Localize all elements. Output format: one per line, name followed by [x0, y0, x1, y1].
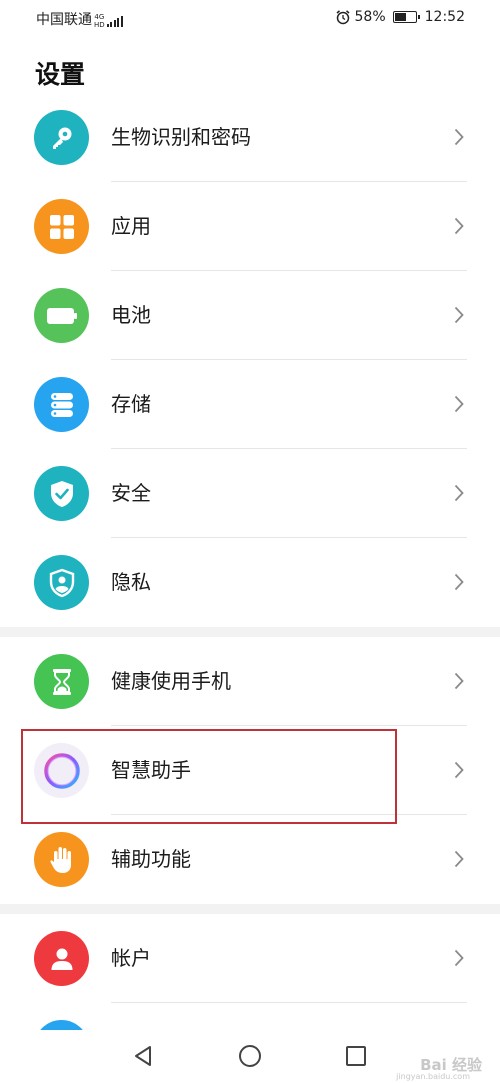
chevron-right-icon: [454, 484, 464, 502]
chevron-right-icon: [454, 761, 464, 779]
settings-group-2: 健康使用手机 智慧助手 辅助功能: [0, 637, 500, 904]
chevron-right-icon: [454, 573, 464, 591]
navigation-bar: Bai 经验 jingyan.baidu.com: [0, 1030, 500, 1083]
hand-icon: [34, 832, 89, 887]
network-sub-label: HD: [94, 21, 105, 29]
settings-item-label: 辅助功能: [111, 847, 191, 871]
network-type-label: 4G: [94, 13, 105, 21]
settings-item-account[interactable]: 帐户: [0, 914, 500, 1003]
chevron-right-icon: [454, 672, 464, 690]
status-bar: 中国联通 4G HD 58% 12:52: [0, 0, 500, 36]
chevron-right-icon: [454, 128, 464, 146]
key-icon: [34, 110, 89, 165]
group-separator: [0, 627, 500, 637]
home-circle-icon[interactable]: [238, 1044, 262, 1068]
chevron-right-icon: [454, 850, 464, 868]
settings-group-1: 生物识别和密码 应用 电池 存储 安全 隐私: [0, 93, 500, 627]
settings-item-smart-assistant[interactable]: 智慧助手: [0, 726, 500, 815]
status-left: 中国联通 4G HD: [36, 9, 123, 29]
battery-percent: 58%: [354, 9, 386, 25]
alarm-icon: [336, 10, 350, 25]
chevron-right-icon: [454, 306, 464, 324]
hourglass-icon: [34, 654, 89, 709]
settings-item-label: 电池: [111, 303, 151, 327]
recents-square-icon[interactable]: [345, 1044, 367, 1068]
settings-item-apps[interactable]: 应用: [0, 182, 500, 271]
page-title: 设置: [35, 60, 86, 89]
settings-screen: 中国联通 4G HD 58% 12:52 设置 生物识别和密码 应用 电池 存储…: [0, 0, 500, 1083]
settings-item-label: 应用: [111, 214, 151, 238]
settings-item-label: 健康使用手机: [111, 669, 231, 693]
settings-item-label: 生物识别和密码: [111, 125, 251, 149]
privacy-shield-icon: [34, 555, 89, 610]
settings-item-label: 隐私: [111, 570, 151, 594]
settings-item-privacy[interactable]: 隐私: [0, 538, 500, 627]
chevron-right-icon: [454, 217, 464, 235]
settings-item-storage[interactable]: 存储: [0, 360, 500, 449]
chevron-right-icon: [454, 395, 464, 413]
carrier-name: 中国联通: [36, 12, 92, 28]
settings-item-digital-balance[interactable]: 健康使用手机: [0, 637, 500, 726]
settings-item-label: 存储: [111, 392, 151, 416]
battery-icon: [34, 288, 89, 343]
storage-icon: [34, 377, 89, 432]
settings-item-accessibility[interactable]: 辅助功能: [0, 815, 500, 904]
shield-check-icon: [34, 466, 89, 521]
battery-fill: [394, 13, 406, 21]
apps-grid-icon: [34, 199, 89, 254]
settings-item-battery[interactable]: 电池: [0, 271, 500, 360]
network-type: 4G HD: [94, 13, 105, 29]
chevron-right-icon: [454, 949, 464, 967]
user-icon: [34, 931, 89, 986]
settings-item-label: 智慧助手: [111, 758, 191, 782]
watermark-url: jingyan.baidu.com: [396, 1072, 470, 1081]
clock: 12:52: [424, 9, 465, 25]
signal-icon: [106, 15, 123, 27]
settings-item-biometrics[interactable]: 生物识别和密码: [0, 93, 500, 182]
status-right: 58% 12:52: [335, 9, 465, 25]
settings-item-security[interactable]: 安全: [0, 449, 500, 538]
battery-status-icon: [392, 11, 420, 23]
settings-item-label: 帐户: [111, 946, 151, 970]
assistant-ring-icon: [34, 743, 89, 798]
group-separator: [0, 904, 500, 914]
back-triangle-icon[interactable]: [132, 1044, 154, 1068]
settings-item-label: 安全: [111, 481, 151, 505]
